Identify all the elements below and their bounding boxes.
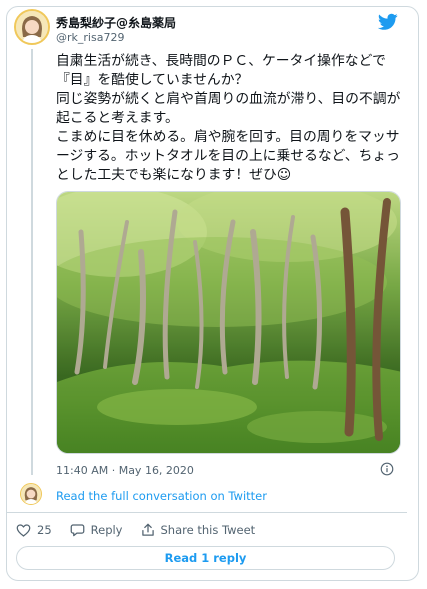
twitter-bird-icon[interactable] [378,13,398,31]
share-icon [141,523,154,536]
divider [6,512,407,513]
tweet-actions: 25 Reply Share this Tweet [16,520,273,540]
tweet-timestamp[interactable]: 11:40 AM · May 16, 2020 [56,464,194,477]
read-reply-button[interactable]: Read 1 reply [16,546,395,570]
reply-label: Reply [90,523,123,537]
author-avatar[interactable] [14,9,50,45]
share-button[interactable]: Share this Tweet [141,523,256,537]
like-button[interactable]: 25 [16,523,52,537]
tweet-photo[interactable] [56,191,401,454]
heart-icon [16,524,31,537]
reply-icon [70,524,85,537]
tweet-text: 自粛生活が続き、長時間のＰＣ、ケータイ操作などで『目』を酷使していませんか？ 同… [56,52,406,185]
author-name[interactable]: 秀島梨紗子@糸島薬局 [56,14,176,31]
reply-button[interactable]: Reply [70,523,123,537]
author-handle[interactable]: @rk_risa729 [56,31,124,44]
tweet-paragraph: こまめに目を休める。肩や腕を回す。目の周りをマッサージする。ホットタオルを目の上… [56,129,400,183]
conversation-avatar [20,483,42,505]
share-label: Share this Tweet [160,523,256,537]
tweet-paragraph: 同じ姿勢が続くと肩や首周りの血流が滞り、目の不調が起こると考えます。 [56,91,401,126]
thread-line [31,49,33,475]
like-count: 25 [37,523,52,537]
info-icon[interactable] [380,462,394,476]
read-full-conversation-link[interactable]: Read the full conversation on Twitter [56,489,267,503]
tweet-paragraph: 自粛生活が続き、長時間のＰＣ、ケータイ操作などで『目』を酷使していませんか？ [56,53,386,88]
